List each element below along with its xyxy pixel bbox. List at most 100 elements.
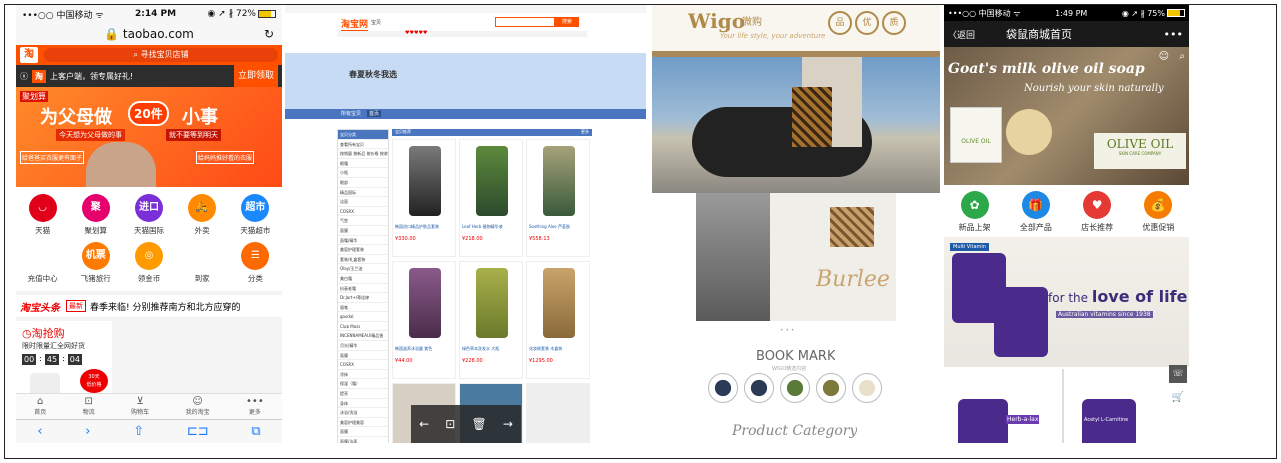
toolbar-button-4-icon[interactable]: ⧉	[251, 424, 260, 439]
icon-item-8[interactable]: 到家	[176, 239, 228, 287]
category-icon-2[interactable]: ♥ 店长推荐	[1069, 185, 1125, 235]
taobao-logo[interactable]: 淘宝网	[341, 17, 369, 32]
sidebar-item[interactable]: 套装/礼盒套装	[338, 255, 388, 265]
icon-item-9[interactable]: ☰ 分类	[229, 239, 281, 287]
sidebar-item[interactable]: 身体	[338, 399, 388, 409]
sidebar-item[interactable]: 气垫	[338, 216, 388, 226]
soap-banner[interactable]: Goat's milk olive oil soap Nourish your …	[944, 47, 1189, 185]
sidebar-item[interactable]: 按销量 按新品 按价格 按收藏	[338, 149, 388, 159]
icon-item-2[interactable]: 进口 天猫国际	[123, 191, 175, 239]
trash-icon[interactable]: 🗑	[471, 417, 486, 431]
bookmark-product-icon[interactable]	[780, 373, 810, 403]
icon-item-0[interactable]: ◡ 天猫	[17, 191, 69, 239]
category-icon-3[interactable]: 💰 优惠促销	[1130, 185, 1186, 235]
hero-image[interactable]	[652, 57, 940, 193]
headline-bar[interactable]: 淘宝头条 最新 春季来临! 分别推荐南方和北方应穿的	[16, 295, 282, 317]
product-card[interactable]	[526, 383, 590, 443]
bookmark-product-icon[interactable]	[744, 373, 774, 403]
category-icon-0[interactable]: ✿ 新品上架	[947, 185, 1003, 235]
product-card[interactable]: Leaf Herb 植物精华液 ¥218.00	[459, 139, 523, 257]
sidebar-item[interactable]: COSRX	[338, 207, 388, 217]
icon-item-5[interactable]: 充值中心	[17, 239, 69, 287]
sidebar-item[interactable]: 眼霜	[338, 159, 388, 169]
search-button[interactable]: 搜索	[555, 17, 579, 27]
sidebar-item[interactable]: INCENNAMEAU/精品香	[338, 331, 388, 342]
toolbar-button-3-icon[interactable]: ⊏⊐	[187, 424, 209, 439]
search-icon[interactable]: ⌕	[1179, 51, 1185, 62]
sidebar-item[interactable]: COSRX	[338, 360, 388, 370]
toolbar-button-1-icon[interactable]: ›	[85, 424, 90, 439]
search-input[interactable]	[495, 17, 555, 27]
sidebar-item[interactable]: 面膜	[338, 351, 388, 361]
sidebar-item[interactable]: 提亮	[338, 389, 388, 399]
back-button[interactable]: 〈返回	[948, 28, 975, 41]
product-card[interactable]: 韩国滋养沐浴露 紫色 ¥44.00	[392, 261, 456, 379]
sidebar-item[interactable]: goodal	[338, 312, 388, 322]
sidebar-item[interactable]: 保湿（霜）	[338, 379, 388, 390]
sidebar-item[interactable]: 月光/精华	[338, 341, 388, 351]
next-icon[interactable]: →	[503, 417, 513, 431]
sidebar-item[interactable]: 面霜/精华	[338, 236, 388, 246]
vitamin-banner[interactable]: Multi Vitamin for the love of life Austr…	[944, 237, 1189, 367]
tab-0[interactable]: ⌂ 首页	[34, 394, 46, 419]
tab-4[interactable]: ••• 更多	[246, 394, 264, 419]
chat-icon[interactable]: ☏	[1169, 365, 1187, 383]
category-icon-1[interactable]: 🎁 全部产品	[1008, 185, 1064, 235]
product-card[interactable]: Soothing Aloe 芦荟胶 ¥558.13	[526, 139, 590, 257]
sidebar-item[interactable]: 眉笔	[338, 303, 388, 313]
close-icon[interactable]: ⓧ	[20, 71, 28, 82]
lookbook-photo-2[interactable]: Burlee	[770, 193, 896, 321]
sidebar-item[interactable]: 涂抹	[338, 370, 388, 380]
product-card[interactable]: 韩国进口精品护肤品套装 ¥330.00	[392, 139, 456, 257]
sidebar-item[interactable]: 美容护理套装	[338, 245, 388, 255]
sidebar-item[interactable]: 查看所有宝贝	[338, 140, 388, 150]
bookmark-product-icon[interactable]	[816, 373, 846, 403]
sidebar-item[interactable]: 美容护理美容	[338, 418, 388, 428]
icon-item-1[interactable]: 聚聚划算	[70, 191, 122, 239]
sidebar-item[interactable]: 洁面	[338, 197, 388, 207]
prev-icon[interactable]: ←	[419, 417, 429, 431]
nav-all[interactable]: 所有宝贝	[341, 110, 361, 117]
claim-button[interactable]: 立即领取	[233, 65, 278, 87]
promo-banner[interactable]: 聚划算 为父母做 20件 小事 今天想为父母做的事 就不要等到明天 给爸爸买衣服…	[16, 87, 282, 187]
tab-2[interactable]: ⊻ 购物车	[131, 394, 149, 419]
sidebar-item[interactable]: 小瓶	[338, 168, 388, 178]
lookbook-photo-1[interactable]	[696, 193, 770, 321]
sidebar-item[interactable]: 抗衰老霜	[338, 284, 388, 294]
carousel-dots[interactable]: • • •	[780, 327, 794, 334]
sidebar-item[interactable]: 沐浴/洗浴	[338, 408, 388, 418]
sidebar-item[interactable]: Club Moss	[338, 322, 388, 332]
sidebar-item[interactable]: 面膜/洁面	[338, 437, 388, 443]
address-bar[interactable]: 🔒 taobao.com ↻	[16, 23, 282, 45]
toolbar-button-0-icon[interactable]: ‹	[37, 424, 42, 439]
sidebar-item[interactable]: 眼部	[338, 178, 388, 188]
sidebar-item[interactable]: 面膜	[338, 226, 388, 236]
user-icon[interactable]: ☺	[1159, 51, 1169, 62]
reload-icon[interactable]: ↻	[264, 23, 274, 45]
product-card[interactable]: 化妆刷套装 木盒装 ¥1295.00	[526, 261, 590, 379]
product-card[interactable]: 绿色草本洗发水 大瓶 ¥228.00	[459, 261, 523, 379]
bookmark-product-icon[interactable]	[852, 373, 882, 403]
icon-item-4[interactable]: 超市 天猫超市	[229, 191, 281, 239]
image-icon[interactable]: ⊡	[445, 417, 455, 431]
sidebar-item[interactable]: 美白霜	[338, 274, 388, 284]
nav-home[interactable]: 首页	[367, 110, 382, 117]
sidebar-item[interactable]: Dr.Jart+/蒂佳婷	[338, 293, 388, 303]
icon-item-6[interactable]: 机票 飞猪旅行	[70, 239, 122, 287]
taobao-logo[interactable]: 淘	[20, 47, 38, 63]
tab-1[interactable]: ⊡ 物流	[83, 394, 95, 419]
icon-item-3[interactable]: 🛵 外卖	[176, 191, 228, 239]
wigo-logo[interactable]: Wigo	[688, 9, 745, 33]
toolbar-button-2-icon[interactable]: ⇧	[133, 424, 144, 439]
tab-item[interactable]: 宝贝	[371, 19, 381, 26]
product-card-1[interactable]: Herb-a-lax	[944, 369, 1064, 443]
more-button[interactable]: •••	[1164, 28, 1183, 41]
bookmark-product-icon[interactable]	[708, 373, 738, 403]
search-box[interactable]: ⌕ 寻找宝贝店铺	[44, 48, 278, 62]
sidebar-item[interactable]: 面膜	[338, 427, 388, 437]
icon-item-7[interactable]: ◎ 领金币	[123, 239, 175, 287]
sidebar-item[interactable]: Olay/玉兰油	[338, 264, 388, 274]
cart-icon[interactable]: 🛒	[1169, 389, 1187, 407]
tab-3[interactable]: ☺ 我的淘宝	[186, 394, 210, 419]
sidebar-item[interactable]: 精品国际	[338, 188, 388, 198]
